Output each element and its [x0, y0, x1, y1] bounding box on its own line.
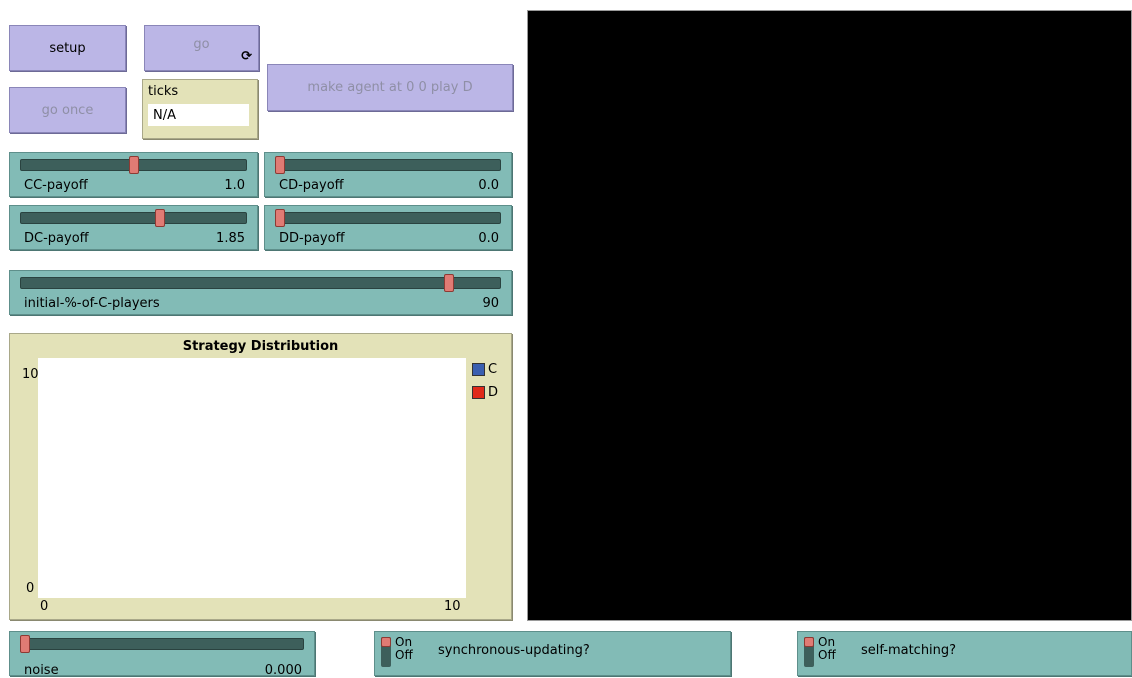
ticks-label: ticks — [148, 84, 179, 99]
ticks-monitor: ticks N/A — [142, 79, 258, 139]
slider-thumb[interactable] — [443, 274, 454, 292]
switch-label: synchronous-updating? — [438, 643, 590, 658]
ticks-value: N/A — [148, 104, 249, 126]
off-label: Off — [818, 648, 836, 662]
toggle-knob — [804, 637, 814, 647]
legend-item-d: D — [472, 385, 498, 400]
strategy-distribution-plot: Strategy Distribution 10 0 0 10 C D — [9, 333, 512, 620]
toggle-knob — [381, 637, 391, 647]
dd-payoff-slider[interactable]: DD-payoff 0.0 — [264, 205, 512, 250]
y-max-label: 10 — [22, 367, 39, 382]
slider-thumb[interactable] — [275, 156, 285, 174]
slider-thumb[interactable] — [20, 635, 30, 653]
toggle-track[interactable] — [804, 637, 814, 667]
slider-track — [20, 638, 304, 650]
switch-label: self-matching? — [861, 643, 957, 658]
legend-label-d: D — [488, 385, 499, 400]
legend-label-c: C — [488, 362, 498, 377]
slider-thumb[interactable] — [275, 209, 285, 227]
slider-thumb[interactable] — [154, 209, 165, 227]
plot-canvas — [38, 358, 466, 598]
noise-slider[interactable]: noise 0.000 — [9, 631, 315, 678]
slider-label: initial-%-of-C-players — [24, 296, 160, 311]
go-once-button[interactable]: go once — [9, 87, 126, 133]
synchronous-updating-switch[interactable]: On Off synchronous-updating? — [374, 631, 731, 676]
cd-payoff-slider[interactable]: CD-payoff 0.0 — [264, 152, 512, 197]
self-matching-switch[interactable]: On Off self-matching? — [797, 631, 1132, 676]
slider-label: DC-payoff — [24, 231, 89, 246]
on-off-labels: On Off — [818, 636, 836, 662]
legend-item-c: C — [472, 362, 497, 377]
make-agent-button[interactable]: make agent at 0 0 play D — [267, 64, 513, 111]
make-agent-button-label: make agent at 0 0 play D — [307, 80, 473, 95]
legend-swatch-d — [472, 386, 485, 399]
legend-swatch-c — [472, 363, 485, 376]
slider-label: noise — [24, 663, 59, 678]
go-button[interactable]: go ⟳ — [144, 25, 259, 71]
on-off-labels: On Off — [395, 636, 413, 662]
y-min-label: 0 — [26, 581, 35, 596]
dc-payoff-slider[interactable]: DC-payoff 1.85 — [9, 205, 258, 250]
slider-track — [20, 277, 501, 289]
go-once-button-label: go once — [41, 102, 94, 118]
slider-track — [275, 159, 501, 171]
go-button-label: go — [193, 36, 210, 52]
cc-payoff-slider[interactable]: CC-payoff 1.0 — [9, 152, 258, 197]
slider-value: 1.85 — [216, 231, 245, 246]
setup-button-label: setup — [49, 40, 86, 56]
world-view[interactable] — [527, 10, 1132, 621]
slider-label: CD-payoff — [279, 178, 344, 193]
off-label: Off — [395, 648, 413, 662]
plot-title: Strategy Distribution — [182, 339, 339, 354]
slider-value: 0.0 — [478, 178, 499, 193]
forever-icon: ⟳ — [241, 49, 252, 64]
slider-value: 0.0 — [478, 231, 499, 246]
slider-thumb[interactable] — [128, 156, 139, 174]
slider-track — [20, 212, 247, 224]
initial-percent-c-slider[interactable]: initial-%-of-C-players 90 — [9, 270, 512, 315]
slider-label: CC-payoff — [24, 178, 88, 193]
x-min-label: 0 — [40, 599, 49, 614]
slider-label: DD-payoff — [279, 231, 345, 246]
toggle-track[interactable] — [381, 637, 391, 667]
setup-button[interactable]: setup — [9, 25, 126, 71]
slider-value: 1.0 — [224, 178, 245, 193]
x-max-label: 10 — [444, 599, 461, 614]
slider-track — [275, 212, 501, 224]
slider-value: 0.000 — [264, 663, 302, 678]
slider-value: 90 — [482, 296, 499, 311]
